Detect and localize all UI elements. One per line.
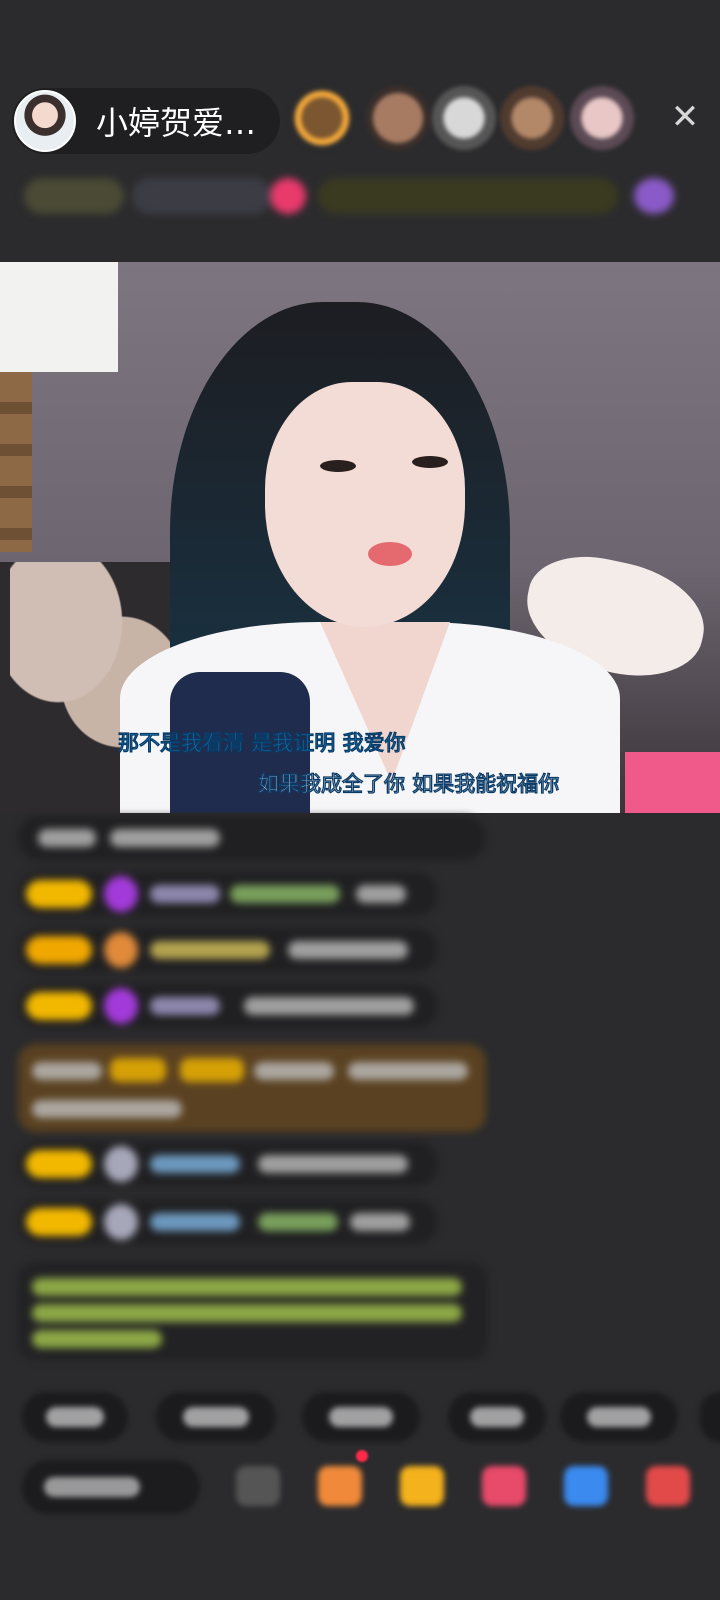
close-icon[interactable]: ✕ [668,100,702,134]
lamp-stand [0,372,32,552]
level-badge [26,1208,92,1236]
live-video-stream[interactable]: 那不是我看清 是我证明 我爱你 如果我成全了你 如果我能祝福你 [0,262,720,813]
top-viewer-avatar-2[interactable] [366,86,430,150]
info-chip[interactable] [24,178,124,214]
pink-object [625,752,720,813]
chat-message[interactable] [18,1142,438,1186]
host-avatar[interactable] [14,90,76,152]
streamer-eye-right [412,456,448,468]
heart-icon[interactable] [482,1466,526,1506]
top-viewer-avatar-5[interactable] [570,86,634,150]
level-badge [26,1150,92,1178]
streamer-mouth [368,542,412,566]
level-badge [26,936,92,964]
room-info-row [24,174,700,218]
top-viewer-avatar-4[interactable] [500,86,564,150]
system-notice [18,1262,488,1360]
more-icon[interactable] [646,1466,690,1506]
subtitle-line-2: 如果我成全了你 如果我能祝福你 [258,772,560,797]
notification-dot [356,1450,368,1462]
gift-icon[interactable] [400,1466,444,1506]
chat-message[interactable] [18,872,438,916]
quick-reply-chip[interactable] [22,1392,128,1442]
info-chip[interactable] [318,178,618,214]
user-badge-icon [104,932,138,968]
host-name: 小婷贺爱… [96,104,257,142]
info-chip[interactable] [132,178,272,214]
level-badge [26,992,92,1020]
user-avatar [104,1204,138,1240]
info-chip[interactable] [634,178,674,214]
subtitle-line-1: 那不是我看清 是我证明 我爱你 [118,731,406,756]
gift-message[interactable] [18,1044,486,1132]
top-viewer-avatar-1[interactable] [290,86,354,150]
chat-message[interactable] [18,816,486,860]
streamer-eye-left [320,460,356,472]
level-badge [26,880,92,908]
chat-message[interactable] [18,1200,438,1244]
game-icon[interactable] [564,1466,608,1506]
host-info-pill[interactable]: 小婷贺爱… [12,88,280,154]
gift-box-icon[interactable] [318,1466,362,1506]
lamp-shade [0,262,118,372]
quick-reply-chip[interactable] [560,1392,678,1442]
chat-input[interactable] [22,1460,200,1514]
chat-message[interactable] [18,984,438,1028]
quick-reply-chip[interactable] [700,1392,720,1442]
emoji-icon[interactable] [236,1466,280,1506]
top-viewer-avatar-3[interactable] [432,86,496,150]
user-badge-icon [104,988,138,1024]
user-avatar [104,1146,138,1182]
streamer-face [265,382,465,627]
quick-reply-chip[interactable] [302,1392,420,1442]
quick-reply-chip[interactable] [448,1392,546,1442]
user-badge-icon [104,876,138,912]
info-chip[interactable] [270,178,306,214]
chat-message[interactable] [18,928,438,972]
quick-reply-chip[interactable] [156,1392,276,1442]
